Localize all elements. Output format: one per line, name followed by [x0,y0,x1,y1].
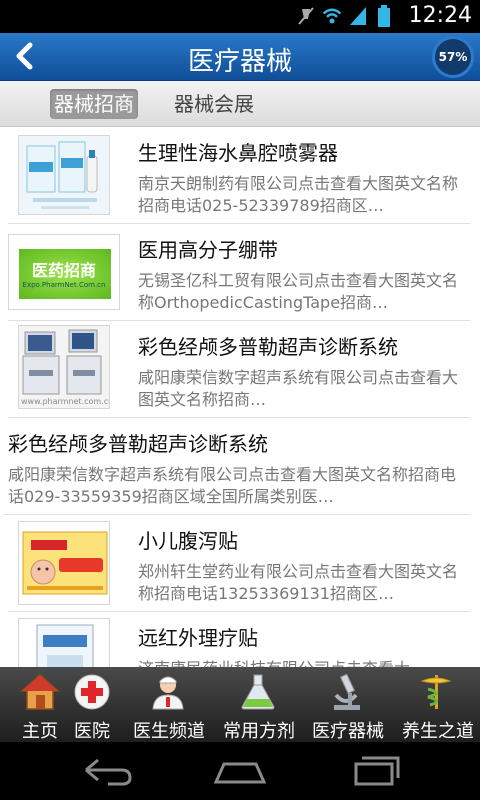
doctor-icon [152,676,184,710]
back-nav-icon[interactable] [78,754,138,788]
diarrhea-patch-box-image [22,531,108,595]
item-title: 小儿腹泻贴 [138,529,238,553]
product-thumbnail: 医药招商 Expo.PharmNet.Com.cn [8,234,120,310]
item-description: 咸阳康荣信数字超声系统有限公司点击查看大图英文名称招商… [138,368,459,409]
item-description: 无锡圣亿科工贸有限公司点击查看大图英文名称OrthopedicCastingTa… [138,271,459,312]
therapy-patch-box-image [36,624,94,667]
red-cross-icon [74,674,110,710]
item-title: 生理性海水鼻腔喷雾器 [138,141,338,165]
thumb-watermark: www.pharmnet.com.cn [21,397,110,406]
mute-icon [298,7,314,25]
tab-equipment-investment[interactable]: 器械招商 [50,89,138,119]
battery-percent-badge[interactable]: 57% [432,36,474,78]
thumb-logo-subtext: Expo.PharmNet.Com.cn [22,281,106,289]
nav-label: 医院 [74,721,110,742]
wifi-icon [322,8,342,24]
product-thumbnail [18,618,110,667]
item-title: 远红外理疗贴 [138,626,258,650]
list-item[interactable]: 医药招商 Expo.PharmNet.Com.cn 医用高分子绷带 无锡圣亿科工… [8,224,470,321]
nav-label: 养生之道 [402,721,474,742]
nav-medical-equipment[interactable]: 医疗器械 [306,667,390,742]
bottom-navigation: 主页 医院 医生频道 常用方剂 医疗器械 养生之道 [0,667,480,742]
nav-label: 医生频道 [133,721,205,742]
list-item[interactable]: www.pharmnet.com.cn 彩色经颅多普勒超声诊断系统 咸阳康荣信数… [8,321,470,418]
status-bar: 12:24 [0,0,480,33]
item-description: 咸阳康荣信数字超声系统有限公司点击查看大图英文名称招商电话029-3355935… [8,465,457,506]
item-title: 医用高分子绷带 [138,238,278,262]
thumb-logo-text: 医药招商 [31,261,96,280]
nav-label: 医疗器械 [312,721,384,742]
tab-bar: 器械招商 器械会展 [0,81,480,127]
item-description: 南京天朗制药有限公司点击查看大图英文名称招商电话025-52339789招商区… [138,174,459,215]
product-thumbnail [18,521,110,605]
list-item[interactable]: 小儿腹泻贴 郑州轩生堂药业有限公司点击查看大图英文名称招商电话132533691… [8,515,470,612]
list-item[interactable]: 彩色经颅多普勒超声诊断系统 咸阳康荣信数字超声系统有限公司点击查看大图英文名称招… [4,418,470,515]
tab-equipment-exhibition[interactable]: 器械会展 [170,89,258,119]
recent-apps-icon[interactable] [346,754,406,788]
microscope-icon [334,673,360,710]
flask-icon [241,674,275,710]
system-navigation-bar [0,742,480,800]
item-title: 彩色经颅多普勒超声诊断系统 [8,432,268,456]
nav-label: 常用方剂 [223,721,295,742]
home-nav-icon[interactable] [210,754,270,788]
caduceus-icon [420,675,452,709]
product-list[interactable]: 生理性海水鼻腔喷雾器 南京天朗制药有限公司点击查看大图英文名称招商电话025-5… [0,127,480,667]
list-item[interactable]: 生理性海水鼻腔喷雾器 南京天朗制药有限公司点击查看大图英文名称招商电话025-5… [8,127,470,224]
nav-doctor-channel[interactable]: 医生频道 [128,667,210,742]
item-description: 济南康民药业科技有限公司点击查看大 [138,658,468,667]
nasal-spray-box-image [26,141,98,209]
item-title: 彩色经颅多普勒超声诊断系统 [138,335,398,359]
nav-hospital[interactable]: 医院 [52,667,132,742]
status-time: 12:24 [408,3,472,28]
list-item[interactable]: 远红外理疗贴 济南康民药业科技有限公司点击查看大 [8,612,470,667]
nav-health-tips[interactable]: 养生之道 [396,667,480,742]
item-description: 郑州轩生堂药业有限公司点击查看大图英文名称招商电话13253369131招商区… [138,562,459,603]
signal-icon [350,7,366,25]
nav-common-prescriptions[interactable]: 常用方剂 [218,667,300,742]
product-thumbnail: www.pharmnet.com.cn [18,325,110,409]
page-title: 医疗器械 [187,47,292,77]
battery-icon [378,5,390,27]
title-bar: 医疗器械 57% [0,33,480,81]
product-thumbnail [18,135,110,215]
status-icons [296,5,394,27]
